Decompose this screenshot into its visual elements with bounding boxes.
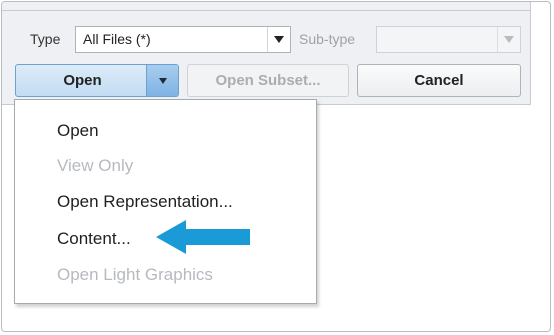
- menu-item-open-light-graphics: Open Light Graphics: [57, 265, 213, 284]
- open-button-label[interactable]: Open: [16, 72, 149, 89]
- chevron-down-icon: [158, 77, 167, 84]
- menu-item-open-representation[interactable]: Open Representation...: [57, 192, 233, 212]
- open-split-button[interactable]: Open: [15, 64, 179, 97]
- type-select[interactable]: All Files (*): [75, 26, 291, 53]
- arrow-left-icon: [156, 220, 250, 254]
- subtype-select[interactable]: [376, 26, 521, 53]
- screenshot-frame: Type All Files (*) Sub-type Open Open Su…: [1, 1, 551, 332]
- menu-item-open[interactable]: Open: [57, 121, 99, 141]
- chevron-down-icon[interactable]: [267, 27, 290, 52]
- type-label: Type: [30, 31, 61, 47]
- open-subset-button[interactable]: Open Subset...: [187, 64, 349, 97]
- open-options-dropdown[interactable]: [146, 65, 178, 96]
- open-options-menu: Open View Only Open Representation... Co…: [14, 99, 317, 304]
- chevron-down-icon[interactable]: [497, 27, 520, 52]
- menu-item-view-only: View Only: [57, 156, 134, 175]
- subtype-label: Sub-type: [299, 31, 356, 47]
- file-open-dialog: Type All Files (*) Sub-type Open Open Su…: [2, 2, 531, 105]
- cancel-button[interactable]: Cancel: [357, 64, 521, 97]
- type-value: All Files (*): [83, 31, 151, 47]
- menu-item-content[interactable]: Content...: [57, 229, 131, 249]
- divider: [2, 10, 531, 11]
